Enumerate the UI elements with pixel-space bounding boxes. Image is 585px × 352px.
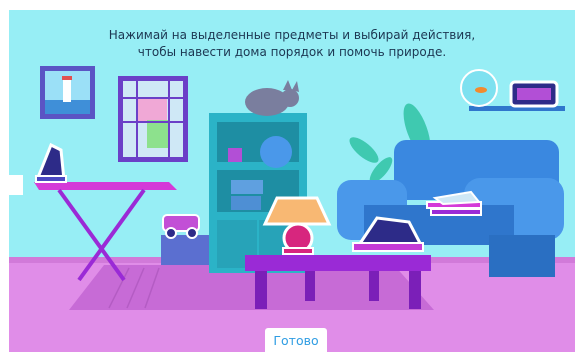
fishbowl (460, 69, 498, 107)
room-illustration (9, 66, 575, 352)
abstract-picture (118, 76, 188, 162)
iron-icon (34, 142, 67, 183)
wall-socket (9, 175, 23, 195)
clock-icon (509, 80, 559, 108)
toy-box (161, 235, 209, 265)
toy-car-icon (162, 214, 200, 239)
iron-item[interactable] (34, 142, 67, 183)
done-button[interactable]: Готово (265, 328, 327, 352)
digital-clock-item[interactable] (509, 80, 559, 108)
lighthouse-picture (40, 66, 95, 119)
game-scene: Нажимай на выделенные предметы и выбирай… (9, 10, 575, 352)
instruction-line-2: чтобы навести дома порядок и помочь прир… (137, 45, 447, 59)
toy-car-item[interactable] (162, 214, 200, 239)
instruction-text: Нажимай на выделенные предметы и выбирай… (9, 27, 575, 61)
instruction-line-1: Нажимай на выделенные предметы и выбирай… (108, 28, 476, 42)
cat (245, 80, 299, 116)
